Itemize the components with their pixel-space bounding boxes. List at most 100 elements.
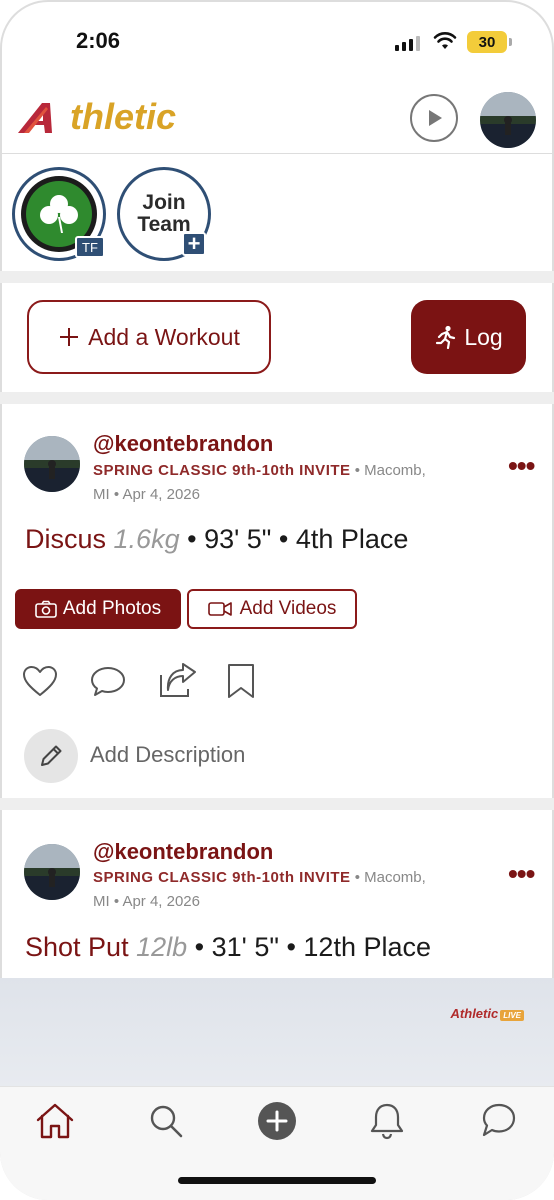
video-camera-icon <box>207 602 232 616</box>
join-team-button[interactable]: Join Team + <box>117 167 211 261</box>
meet-name[interactable]: SPRING CLASSIC 9th-10th INVITE <box>93 462 351 479</box>
wifi-icon <box>433 32 457 49</box>
comment-button[interactable] <box>90 661 158 701</box>
battery-level: 30 <box>478 33 496 51</box>
tab-search[interactable] <box>144 1099 188 1143</box>
log-label: Log <box>464 323 503 350</box>
bell-icon <box>370 1103 404 1140</box>
implement-weight: 12lb <box>136 932 188 962</box>
add-workout-button[interactable]: Add a Workout <box>27 300 271 374</box>
app-header: thletic <box>0 80 554 154</box>
comment-icon <box>91 667 125 696</box>
share-icon <box>160 663 196 697</box>
tab-notifications[interactable] <box>365 1099 409 1143</box>
post-meet-info: SPRING CLASSIC 9th-10th INVITE • Macomb,… <box>93 866 483 914</box>
camera-icon <box>35 600 57 618</box>
athletic-logo[interactable]: thletic <box>16 94 176 140</box>
like-button[interactable] <box>22 661 90 701</box>
result-mark: 31' 5" <box>211 932 279 962</box>
join-team-label: Join Team <box>137 192 190 236</box>
tab-messages[interactable] <box>476 1099 520 1143</box>
team-badge: TF <box>75 236 105 258</box>
separator-dot: • <box>354 462 365 479</box>
logo-a-icon <box>18 103 52 133</box>
more-options-icon[interactable]: ••• <box>508 450 535 482</box>
home-indicator[interactable] <box>178 1177 376 1184</box>
athletic-live-watermark: Athletic LIVE <box>451 1006 524 1021</box>
bookmark-icon <box>228 664 254 698</box>
result-place: 12th Place <box>303 932 431 962</box>
shamrock-icon <box>40 195 78 233</box>
add-circle-icon <box>258 1102 296 1140</box>
search-icon <box>150 1105 183 1138</box>
post-result: Shot Put 12lb • 31' 5" • 12th Place <box>25 932 431 963</box>
post-username[interactable]: @keontebrandon <box>93 839 273 865</box>
phone-screen: 2:06 30 thletic TF Join Team + Add a Wor… <box>0 0 554 1200</box>
watermark-text: thletic <box>459 1006 499 1021</box>
team-tf[interactable]: TF <box>12 167 106 261</box>
bookmark-button[interactable] <box>226 661 294 701</box>
share-button[interactable] <box>158 661 226 701</box>
meet-location-part1: Macomb, <box>364 869 426 886</box>
separator-dot: • <box>278 524 296 554</box>
tab-home[interactable] <box>33 1099 77 1143</box>
status-bar: 2:06 30 <box>0 0 554 80</box>
section-divider <box>0 798 554 810</box>
meet-location-part1: Macomb, <box>364 462 426 479</box>
post-username[interactable]: @keontebrandon <box>93 431 273 457</box>
separator-dot: • <box>354 869 365 886</box>
log-button[interactable]: Log <box>411 300 526 374</box>
avatar-photo-icon <box>24 844 80 900</box>
separator-dot: • <box>187 524 205 554</box>
live-badge: LIVE <box>500 1010 524 1021</box>
result-mark: 93' 5" <box>204 524 272 554</box>
separator-dot: • <box>194 932 212 962</box>
play-icon <box>429 110 442 126</box>
section-divider <box>0 392 554 404</box>
post-avatar[interactable] <box>24 844 80 900</box>
add-description-button[interactable] <box>24 729 78 783</box>
plus-icon: + <box>182 232 206 256</box>
watermark-initial: A <box>450 1006 460 1021</box>
add-photos-button[interactable]: Add Photos <box>15 589 181 629</box>
meet-date: Apr 4, 2026 <box>122 486 200 503</box>
post-photo[interactable]: Athletic LIVE <box>0 978 554 1088</box>
plus-icon <box>60 328 79 346</box>
tab-create[interactable] <box>255 1099 299 1143</box>
meet-location-part2: MI <box>93 486 110 503</box>
post-result: Discus 1.6kg • 93' 5" • 4th Place <box>25 524 408 555</box>
implement-weight: 1.6kg <box>113 524 180 554</box>
avatar-photo-icon <box>24 436 80 492</box>
meet-name[interactable]: SPRING CLASSIC 9th-10th INVITE <box>93 869 351 886</box>
home-icon <box>36 1103 74 1139</box>
logo-text: thletic <box>70 96 177 137</box>
event-name: Discus <box>25 524 107 554</box>
play-button[interactable] <box>410 94 458 142</box>
post-meet-info: SPRING CLASSIC 9th-10th INVITE • Macomb,… <box>93 459 483 507</box>
post-avatar[interactable] <box>24 436 80 492</box>
teams-row: TF Join Team + <box>0 155 554 271</box>
signal-icon <box>395 36 420 51</box>
meet-location-part2: MI <box>93 893 110 910</box>
section-divider <box>0 271 554 283</box>
add-photos-label: Add Photos <box>62 598 162 619</box>
add-description-label[interactable]: Add Description <box>90 742 245 768</box>
status-time: 2:06 <box>76 28 121 53</box>
more-options-icon[interactable]: ••• <box>508 858 535 890</box>
post-actions <box>22 661 294 701</box>
join-label-line1: Join <box>142 191 186 214</box>
add-workout-label: Add a Workout <box>88 323 240 350</box>
profile-avatar[interactable] <box>480 92 536 148</box>
meet-date: Apr 4, 2026 <box>122 893 200 910</box>
pencil-icon <box>41 745 62 766</box>
separator-dot: • <box>286 932 304 962</box>
runner-icon <box>436 325 456 349</box>
chat-icon <box>482 1103 516 1137</box>
heart-icon <box>23 666 57 696</box>
result-place: 4th Place <box>295 524 409 554</box>
add-videos-button[interactable]: Add Videos <box>187 589 357 629</box>
avatar-photo-icon <box>480 92 536 148</box>
add-videos-label: Add Videos <box>239 598 337 619</box>
event-name: Shot Put <box>25 932 129 962</box>
battery-icon: 30 <box>467 31 512 53</box>
